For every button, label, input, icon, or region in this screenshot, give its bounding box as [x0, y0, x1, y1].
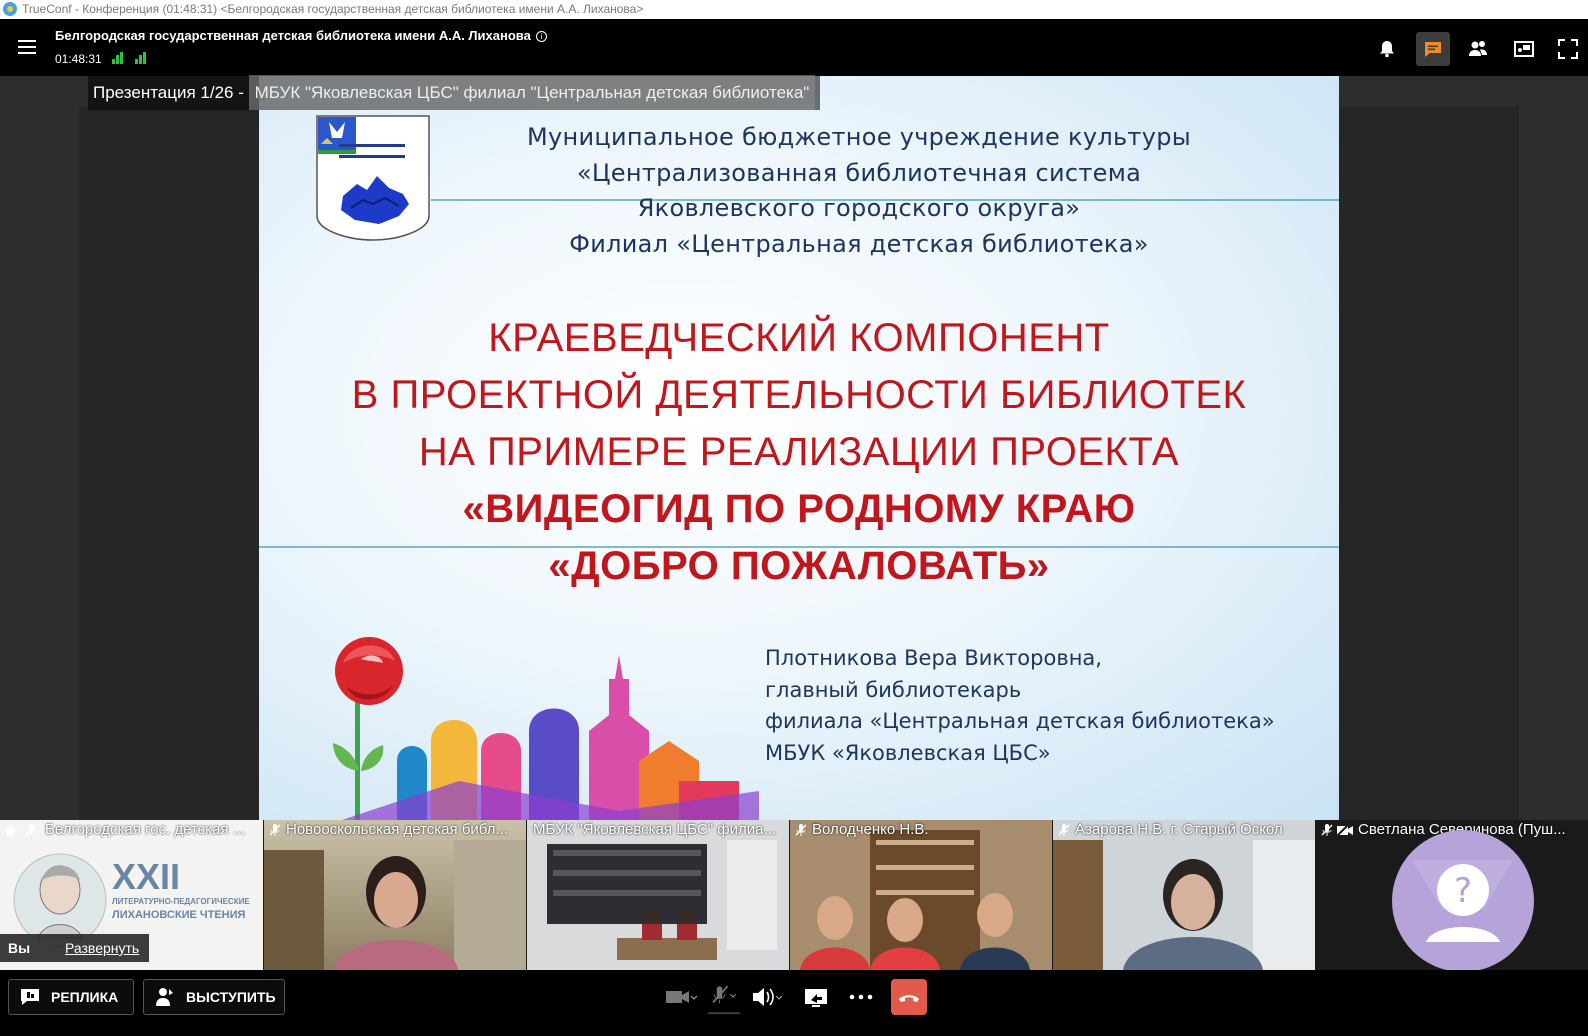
- poster-line: ЛИТЕРАТУРНО-ПЕДАГОГИЧЕСКИЕ: [112, 897, 250, 906]
- participant-video: [800, 830, 1030, 970]
- participant-tile[interactable]: Новооскольская детская библ...: [264, 820, 526, 970]
- share-screen-icon[interactable]: [799, 979, 835, 1015]
- slide-heading-line: КРАЕВЕДЧЕСКИЙ КОМПОНЕНТ: [488, 316, 1110, 360]
- presentation-slide: Муниципальное бюджетное учреждение культ…: [259, 76, 1339, 820]
- author-text: Плотникова Вера Викторовна, главный библ…: [765, 643, 1275, 769]
- participants-icon[interactable]: [1461, 32, 1495, 66]
- hangup-button[interactable]: [891, 979, 927, 1015]
- author-line: Плотникова Вера Викторовна,: [765, 646, 1102, 670]
- poster-roman-numeral: XXII: [112, 856, 181, 897]
- participant-tile[interactable]: Азарова Н.В. г. Старый Оскол: [1053, 820, 1315, 970]
- presentation-caption: Презентация 1/26 - МБУК "Яковлевская ЦБС…: [88, 75, 821, 110]
- conference-header: Белгородская государственная детская биб…: [0, 19, 1588, 76]
- hangup-icon: [899, 995, 919, 1002]
- slide-heading-line: В ПРОЕКТНОЙ ДЕЯТЕЛЬНОСТИ БИБЛИОТЕК: [351, 373, 1247, 417]
- microphone-icon[interactable]: [706, 979, 742, 1015]
- participant-video: [1053, 840, 1315, 970]
- speak-button[interactable]: ВЫСТУПИТЬ: [143, 979, 285, 1015]
- participant-name: Азарова Н.В. г. Старый Оскол: [1075, 821, 1283, 838]
- participant-tile[interactable]: МБУК "Яковлевская ЦБС" филиа...: [527, 820, 789, 970]
- slide-heading-line: «ДОБРО ПОЖАЛОВАТЬ»: [548, 544, 1050, 588]
- self-view-bar: Вы Развернуть: [0, 934, 149, 962]
- poster-line: ЛИХАНОВСКИЕ ЧТЕНИЯ: [112, 909, 246, 921]
- layout-icon[interactable]: [1507, 32, 1541, 66]
- presentation-area: Муниципальное бюджетное учреждение культ…: [0, 75, 1588, 820]
- org-line: «Централизованная библиотечная система: [576, 158, 1142, 187]
- conference-title-text: Белгородская государственная детская биб…: [55, 28, 531, 43]
- raise-hand-icon: [156, 988, 173, 1006]
- participant-name: МБУК "Яковлевская ЦБС" филиа...: [533, 821, 776, 838]
- presentation-source: МБУК "Яковлевская ЦБС" филиал "Центральн…: [248, 75, 816, 110]
- fullscreen-icon[interactable]: [1551, 32, 1585, 66]
- info-icon[interactable]: i: [535, 31, 547, 42]
- participant-tile[interactable]: XXII ЛИТЕРАТУРНО-ПЕДАГОГИЧЕСКИЕ ЛИХАНОВС…: [0, 820, 263, 970]
- participant-name: Володченко Н.В.: [812, 821, 929, 838]
- speak-label: ВЫСТУПИТЬ: [186, 989, 276, 1005]
- control-bar: РЕПЛИКА ВЫСТУПИТЬ: [0, 970, 1588, 1036]
- reply-button[interactable]: РЕПЛИКА: [8, 979, 134, 1015]
- author-line: филиала «Центральная детская библиотека»: [765, 709, 1275, 733]
- more-icon[interactable]: [843, 979, 879, 1015]
- unknown-user-icon: ?: [1412, 860, 1513, 942]
- window-title: TrueConf - Конференция (01:48:31) <Белго…: [22, 2, 644, 16]
- expand-link[interactable]: Развернуть: [65, 934, 139, 962]
- self-label: Вы: [8, 940, 31, 956]
- org-line: Филиал «Центральная детская библиотека»: [569, 229, 1149, 258]
- signal-icon: [112, 52, 126, 64]
- svg-text:?: ?: [1454, 871, 1472, 911]
- camera-icon[interactable]: [663, 979, 699, 1015]
- presentation-page-label: Презентация 1/26 -: [93, 83, 249, 102]
- participant-tile[interactable]: Володченко Н.В.: [790, 820, 1052, 970]
- chat-icon[interactable]: [1416, 32, 1450, 66]
- bell-icon[interactable]: [1370, 32, 1404, 66]
- participant-name: Белгородская гос. детская ...: [45, 821, 246, 838]
- conference-title: Белгородская государственная детская биб…: [55, 28, 547, 43]
- participants-strip: XXII ЛИТЕРАТУРНО-ПЕДАГОГИЧЕСКИЕ ЛИХАНОВС…: [0, 820, 1588, 972]
- organization-text: Муниципальное бюджетное учреждение культ…: [499, 120, 1219, 262]
- speaker-icon[interactable]: [750, 979, 786, 1015]
- slide-heading-line: «ВИДЕОГИД ПО РОДНОМУ КРАЮ: [462, 487, 1136, 531]
- avatar: ?: [1392, 830, 1534, 972]
- reply-icon: [21, 989, 39, 1005]
- author-line: МБУК «Яковлевская ЦБС»: [765, 740, 1051, 765]
- conference-timer: 01:48:31: [55, 52, 102, 66]
- participant-video: [264, 840, 526, 970]
- coat-of-arms-image: [316, 115, 430, 241]
- org-line: Муниципальное бюджетное учреждение культ…: [526, 123, 1192, 151]
- rose-townscape-illustration: [333, 637, 759, 820]
- participant-name: Новооскольская детская библ...: [286, 821, 508, 838]
- org-line: Яковлевского городского округа»: [637, 194, 1081, 222]
- author-line: главный библиотекарь: [765, 677, 1022, 702]
- slide-heading-line: НА ПРИМЕРЕ РЕАЛИЗАЦИИ ПРОЕКТА: [418, 430, 1180, 474]
- trueconf-app-icon: [3, 2, 17, 16]
- menu-icon[interactable]: [18, 40, 36, 54]
- signal-icon: [135, 52, 149, 64]
- window-title-bar: TrueConf - Конференция (01:48:31) <Белго…: [0, 0, 1588, 19]
- reply-label: РЕПЛИКА: [51, 989, 119, 1005]
- participant-video: [527, 820, 789, 970]
